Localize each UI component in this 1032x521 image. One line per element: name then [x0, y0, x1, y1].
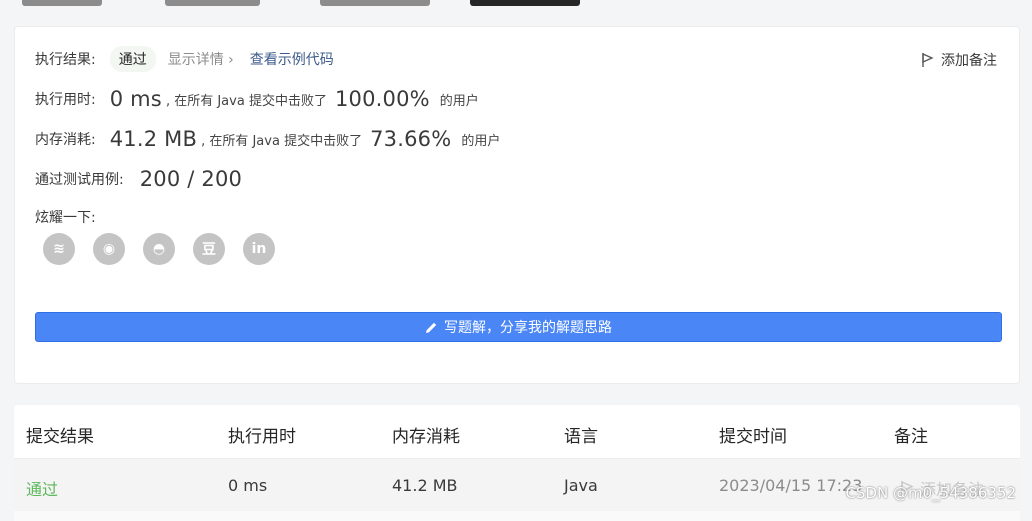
- runtime-suffix: 的用户: [439, 93, 479, 109]
- share-label: 炫耀一下:: [35, 210, 96, 226]
- header-runtime: 执行用时: [228, 427, 296, 447]
- tab-indicator-active[interactable]: [470, 0, 580, 6]
- douban-icon[interactable]: 豆: [193, 233, 225, 265]
- tab-indicator[interactable]: [165, 0, 260, 6]
- write-solution-button[interactable]: 写题解，分享我的解题思路: [35, 312, 1002, 342]
- submission-result-card: 执行结果: 通过 显示详情 › 查看示例代码 添加备注 执行用时: 0 ms ,…: [14, 26, 1020, 384]
- runtime-text: , 在所有 Java 提交中击败了: [165, 93, 327, 109]
- header-result: 提交结果: [26, 427, 94, 447]
- wechat-icon[interactable]: ≋: [43, 233, 75, 265]
- weibo-icon[interactable]: ◉: [93, 233, 125, 265]
- tests-value: 200 / 200: [139, 167, 243, 191]
- linkedin-icon[interactable]: in: [243, 233, 275, 265]
- runtime-label: 执行用时:: [35, 92, 96, 108]
- runtime-value: 0 ms: [109, 87, 162, 111]
- table-header: 提交结果 执行用时 内存消耗 语言 提交时间 备注: [14, 405, 1020, 459]
- flag-icon: [922, 52, 934, 67]
- result-row: 执行结果: 通过 显示详情 › 查看示例代码: [35, 46, 334, 72]
- write-solution-label: 写题解，分享我的解题思路: [444, 320, 612, 336]
- header-memory: 内存消耗: [392, 427, 460, 447]
- show-details-label: 显示详情: [167, 52, 224, 68]
- runtime-percent: 100.00%: [334, 87, 430, 111]
- tab-indicator[interactable]: [320, 0, 430, 6]
- status-badge: 通过: [109, 46, 156, 72]
- show-details-link[interactable]: 显示详情 ›: [168, 49, 234, 69]
- pencil-icon: [426, 322, 437, 333]
- memory-text: , 在所有 Java 提交中击败了: [201, 133, 363, 149]
- qq-icon[interactable]: ◓: [143, 233, 175, 265]
- memory-value: 41.2 MB: [109, 127, 198, 151]
- example-code-link[interactable]: 查看示例代码: [250, 49, 334, 69]
- header-time: 提交时间: [719, 427, 787, 447]
- add-note-button[interactable]: 添加备注: [921, 50, 997, 70]
- memory-suffix: 的用户: [461, 133, 501, 149]
- memory-percent: 73.66%: [370, 127, 452, 151]
- next-row-partial: [14, 511, 1020, 521]
- share-icons: ≋ ◉ ◓ 豆 in: [43, 233, 275, 265]
- chevron-right-icon: ›: [228, 52, 234, 68]
- tests-label: 通过测试用例:: [35, 172, 124, 188]
- row-language: Java: [564, 476, 598, 495]
- tests-row: 通过测试用例: 200 / 200: [35, 167, 242, 191]
- row-status-link[interactable]: 通过: [26, 476, 58, 500]
- memory-row: 内存消耗: 41.2 MB , 在所有 Java 提交中击败了 73.66% 的…: [35, 127, 500, 151]
- top-tab-strip: [0, 0, 1032, 24]
- watermark: CSDN @m0_54386352: [845, 484, 1016, 502]
- add-note-label: 添加备注: [941, 53, 997, 69]
- header-language: 语言: [564, 427, 598, 447]
- share-label-row: 炫耀一下:: [35, 207, 96, 227]
- row-submit-time: 2023/04/15 17:23: [719, 476, 863, 495]
- runtime-row: 执行用时: 0 ms , 在所有 Java 提交中击败了 100.00% 的用户: [35, 87, 479, 111]
- header-note: 备注: [894, 427, 928, 447]
- row-runtime: 0 ms: [228, 476, 268, 495]
- tab-indicator[interactable]: [22, 0, 102, 6]
- row-memory: 41.2 MB: [392, 476, 458, 495]
- result-label: 执行结果:: [35, 52, 96, 68]
- memory-label: 内存消耗:: [35, 132, 96, 148]
